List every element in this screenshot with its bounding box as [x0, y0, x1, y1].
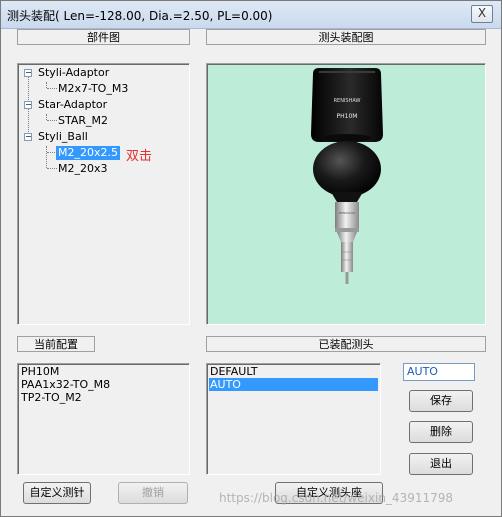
collapse-icon[interactable]: − [24, 101, 32, 109]
assembled-probes-list[interactable]: DEFAULT AUTO [206, 363, 381, 475]
parts-panel-label: 部件图 [17, 29, 190, 45]
list-item[interactable]: PH10M [20, 365, 187, 378]
watermark: https://blog.csdn.net/weixin_43911798 [219, 491, 454, 505]
collapse-icon[interactable]: − [24, 69, 32, 77]
undo-button[interactable]: 撤销 [118, 482, 188, 504]
exit-button[interactable]: 退出 [409, 453, 473, 475]
tree-node-m2-20x3[interactable]: M2_20x3 [58, 162, 108, 176]
list-item-selected[interactable]: AUTO [209, 378, 378, 391]
brand-label: RENISHAW [334, 98, 361, 104]
current-config-list[interactable]: PH10M PAA1x32-TO_M8 TP2-TO_M2 [17, 363, 190, 475]
probe-view-label: 测头装配图 [206, 29, 486, 45]
probe-name-field[interactable]: AUTO [403, 363, 475, 381]
assembled-probes-label: 已装配测头 [206, 336, 486, 352]
custom-stylus-button[interactable]: 自定义测针 [23, 482, 91, 504]
close-icon: X [477, 6, 487, 20]
tree-node-m2x7-to-m3[interactable]: M2x7-TO_M3 [58, 82, 128, 96]
tree-node-styli-ball[interactable]: Styli_Ball [38, 130, 88, 144]
tree-node-m2-20x2-5[interactable]: M2_20x2.5 [56, 146, 120, 160]
list-item[interactable]: PAA1x32-TO_M8 [20, 378, 187, 391]
title-bar: 测头装配( Len=-128.00, Dia.=2.50, PL=0.00) X [1, 1, 501, 29]
tree-connector [46, 146, 47, 168]
tree-node-star-adaptor[interactable]: Star-Adaptor [38, 98, 107, 112]
probe-assembly-dialog: 测头装配( Len=-128.00, Dia.=2.50, PL=0.00) X… [0, 0, 502, 517]
probe-render: RENISHAW PH10M RENISHAW [311, 68, 383, 284]
collapse-icon[interactable]: − [24, 133, 32, 141]
tree-connector [47, 168, 57, 169]
delete-button[interactable]: 删除 [409, 421, 473, 443]
tree-node-styli-adaptor[interactable]: Styli-Adaptor [38, 66, 109, 80]
model-label: PH10M [337, 113, 358, 120]
window-title: 测头装配( Len=-128.00, Dia.=2.50, PL=0.00) [7, 9, 273, 23]
list-item[interactable]: TP2-TO_M2 [20, 391, 187, 404]
svg-text:RENISHAW: RENISHAW [339, 211, 355, 215]
tree-connector [47, 88, 57, 89]
close-button[interactable]: X [471, 5, 493, 23]
current-config-label: 当前配置 [17, 336, 95, 352]
parts-tree[interactable]: − Styli-Adaptor M2x7-TO_M3 − Star-Adapto… [17, 63, 190, 325]
save-button[interactable]: 保存 [409, 390, 473, 412]
tree-connector [47, 120, 57, 121]
double-click-annotation: 双击 [126, 149, 153, 164]
probe-3d-view[interactable]: RENISHAW PH10M RENISHAW [206, 63, 486, 325]
list-item[interactable]: DEFAULT [209, 365, 378, 378]
tree-node-star-m2[interactable]: STAR_M2 [58, 114, 108, 128]
